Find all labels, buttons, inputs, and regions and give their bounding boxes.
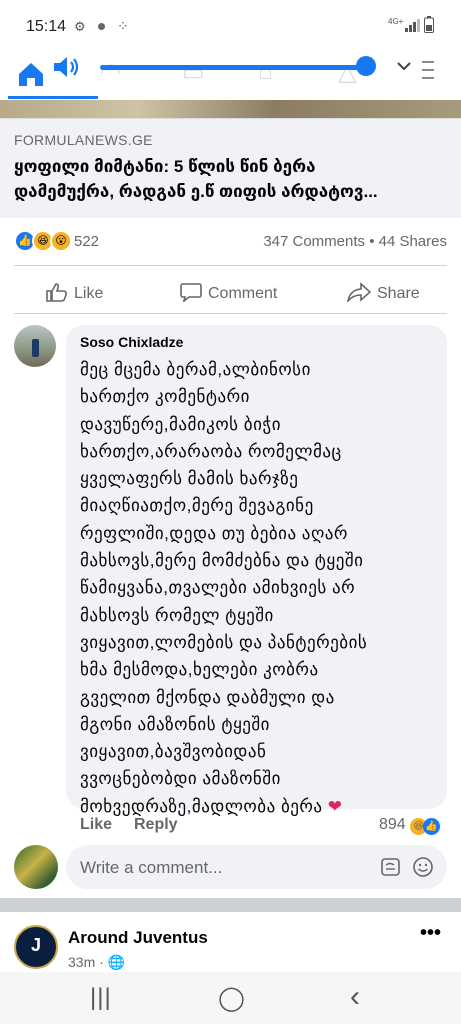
comment-line: ვიყავით,ბავშვობიდან — [80, 742, 267, 762]
like-button[interactable]: Like — [46, 282, 103, 303]
link-title[interactable]: ყოფილი მიმტანი: 5 წლის წინ ბერა დამემუქრ… — [14, 154, 446, 204]
comment-line: ხმა მესმოდა,ხელები კობრა — [80, 660, 319, 680]
notification-dot-icon — [98, 23, 105, 30]
comment-line: ყველაფერს მამის ხარჯზე — [80, 469, 299, 489]
globe-icon: 🌐 — [107, 954, 126, 970]
post-separator — [0, 898, 461, 912]
active-tab-indicator — [8, 96, 98, 99]
page-avatar-letter: J — [30, 935, 41, 955]
comment-line: დავუწერე,მამიკოს ბიჭი — [80, 414, 282, 434]
wow-reaction-icon: 😮 — [50, 230, 72, 252]
comment-line: მოხვედრაზე,მადლობა ბერა — [80, 796, 323, 816]
page-name[interactable]: Around Juventus — [68, 928, 208, 948]
comment-reactions[interactable]: 894 😆 👍 — [379, 816, 441, 835]
back-icon[interactable]: ‹ — [350, 980, 360, 1014]
comments-shares-count[interactable]: 347 Comments • 44 Shares — [263, 233, 447, 250]
divider — [14, 313, 447, 314]
menu-icon[interactable] — [420, 58, 436, 82]
home-icon[interactable] — [16, 60, 46, 88]
page-avatar[interactable]: J — [14, 925, 58, 969]
home-nav-icon[interactable]: ◯ — [218, 984, 245, 1013]
volume-icon[interactable] — [52, 54, 80, 80]
thumbs-up-icon — [46, 283, 68, 302]
comment-line: ვვოცნებობდი ამაზონში — [80, 769, 281, 789]
like-label: Like — [74, 285, 104, 302]
share-button[interactable]: Share — [346, 282, 420, 304]
divider — [14, 265, 447, 266]
status-time: 15:14 — [26, 18, 67, 35]
link-domain: FORMULANEWS.GE — [14, 132, 153, 148]
link-preview-image[interactable] — [0, 100, 461, 118]
post-time-text: 33m — [68, 954, 96, 970]
more-options-icon[interactable]: ••• — [420, 922, 441, 945]
grid-icon: ⁘ — [117, 18, 129, 34]
comment-line: მახსოვს,მერე მომძებნა და ტყეში — [80, 551, 364, 571]
comment-icon — [180, 283, 202, 304]
comment-line: ხართქო,არარაობა რომელმაც — [80, 441, 342, 461]
comment-line: გველით მქონდა დაბმული და — [80, 687, 335, 707]
comment-line: მეც მცემა ბერამ,ალბინოსი — [80, 360, 311, 379]
comment-label: Comment — [208, 285, 278, 302]
like-reaction-icon: 👍 — [423, 818, 441, 835]
comment-line: მიაღწიათქო,მერე შევაგინე — [80, 496, 314, 516]
user-avatar[interactable] — [14, 845, 58, 889]
notifications-icon[interactable]: △ — [338, 58, 356, 87]
gear-icon: ⚙ — [74, 19, 86, 34]
network-type: 4G+ — [388, 17, 404, 26]
share-icon — [346, 282, 372, 304]
gif-sticker-icon[interactable] — [380, 856, 402, 878]
reaction-count[interactable]: 522 — [74, 233, 99, 250]
comment-button[interactable]: Comment — [180, 282, 278, 304]
comment-input-placeholder: Write a comment... — [80, 858, 223, 877]
heart-emoji: ❤ — [327, 796, 343, 816]
volume-slider[interactable] — [100, 65, 368, 70]
battery-icon — [424, 16, 434, 33]
groups-icon[interactable]: ◠ — [100, 58, 121, 87]
volume-slider-handle[interactable] — [356, 56, 376, 76]
emoji-icon[interactable] — [412, 856, 434, 878]
comment-line: მგონი ამაზონის ტყეში — [80, 714, 270, 734]
commenter-avatar[interactable] — [14, 325, 56, 367]
comment-text: მეც მცემა ბერამ,ალბინოსი ხართქო კომენტარ… — [80, 356, 430, 820]
comment-line: ვიყავით,ლომების და პანტერების — [80, 632, 368, 652]
comment-reply-button[interactable]: Reply — [134, 816, 178, 834]
share-label: Share — [377, 285, 420, 302]
comment-line: ხართქო კომენტარი — [80, 387, 250, 407]
comment-like-button[interactable]: Like — [80, 816, 112, 834]
post-time[interactable]: 33m · 🌐 — [68, 954, 125, 971]
comment-reaction-count: 894 — [379, 816, 406, 833]
comment-line: რეფლიში,დედა თუ ბებია აღარ — [80, 523, 348, 543]
recents-icon[interactable]: ||| — [90, 984, 112, 1012]
reaction-icons[interactable]: 👍 😆 😮 — [14, 230, 72, 252]
comment-author[interactable]: Soso Chixladze — [80, 334, 183, 350]
comment-line: მახსოვს რომელ ტყეში — [80, 605, 274, 625]
marketplace-icon[interactable]: ⌂ — [258, 58, 273, 86]
comment-line-last: მოხვედრაზე,მადლობა ბერა ❤ — [80, 793, 430, 820]
signal-icon — [405, 19, 420, 32]
chevron-down-icon[interactable] — [396, 60, 412, 72]
comment-line: წამიყვანა,თვალები ამიხვიეს არ — [80, 578, 356, 598]
watch-icon[interactable]: ▭ — [182, 58, 205, 87]
